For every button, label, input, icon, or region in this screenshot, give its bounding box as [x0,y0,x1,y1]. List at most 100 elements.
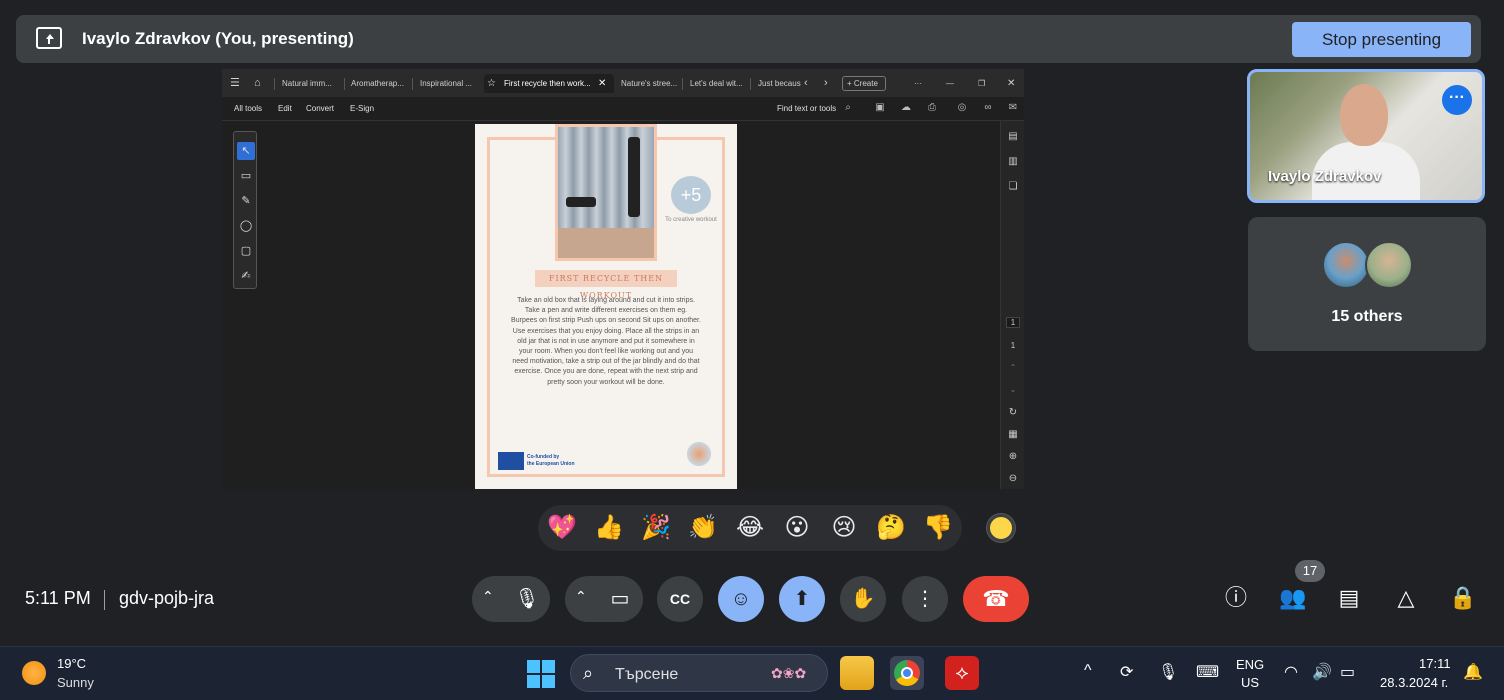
home-icon[interactable]: ⌂ [254,74,270,93]
meeting-details-icon[interactable]: ⓘ [1222,584,1250,612]
chevron-up-icon[interactable]: ⌃ [575,588,591,608]
taskbar-clock[interactable]: 17:11 [1419,656,1451,671]
wifi-icon[interactable]: ◠ [1284,662,1298,682]
reactions-button[interactable]: ☺ [718,576,764,622]
chrome-icon[interactable] [890,656,924,690]
weather-condition[interactable]: Sunny [57,675,94,690]
zoom-out-icon[interactable]: ⊖ [1006,473,1020,484]
select-tool-icon[interactable]: ↖ [237,142,255,160]
reaction-sad[interactable]: 😢 [829,513,859,543]
pen-tool-icon[interactable]: ✎ [237,192,255,210]
taskbar-date[interactable]: 28.3.2024 г. [1380,675,1448,690]
upload-cloud-icon[interactable]: ☁ [900,102,912,114]
sun-icon[interactable] [22,661,46,685]
search-icon[interactable]: ⌕ [842,102,854,114]
acrobat-icon[interactable]: ⟡ [945,656,979,690]
menu-icon[interactable]: ☰ [230,74,246,93]
captions-button[interactable]: CC [657,576,703,622]
reaction-thinking[interactable]: 🤔 [876,513,906,543]
people-icon[interactable]: 👥 [1279,584,1307,612]
battery-icon[interactable]: ▭ [1340,662,1355,682]
notification-bell-icon[interactable]: 🔔 [1463,662,1483,682]
bookmark-icon[interactable]: ▥ [1006,156,1020,167]
comments-icon[interactable]: ▤ [1006,131,1020,142]
tab-nature[interactable]: Nature's stree... [615,74,679,93]
chevron-down-icon[interactable]: ⌄ [1006,385,1020,394]
reaction-clap[interactable]: 👏 [688,513,718,543]
mail-icon[interactable]: ✉ [1007,102,1019,114]
lasso-tool-icon[interactable]: ◯ [237,217,255,235]
menu-esign[interactable]: E-Sign [350,104,374,113]
language-line-1[interactable]: ENG [1236,657,1264,672]
leave-call-button[interactable]: ☎ [963,576,1029,622]
menu-edit[interactable]: Edit [278,104,292,113]
others-count-label: 15 others [1331,308,1403,325]
file-explorer-icon[interactable] [840,656,874,690]
microphone-button[interactable]: 🎙 [504,576,550,622]
tab-lets-deal[interactable]: Let's deal wit... [684,74,748,93]
stop-presenting-button[interactable]: Stop presenting [1292,22,1471,57]
tab-inspirational[interactable]: Inspirational ... [414,74,480,93]
chevron-left-icon[interactable]: ‹ [804,74,814,93]
reaction-laugh[interactable]: 😂 [735,513,765,543]
more-options-button[interactable]: ⋮ [902,576,948,622]
tile-more-options-button[interactable]: ··· [1442,85,1472,115]
windows-start-icon[interactable] [527,660,555,688]
reaction-surprised[interactable]: 😮 [782,513,812,543]
comment-tool-icon[interactable]: ▭ [237,167,255,185]
language-line-2[interactable]: US [1241,675,1259,690]
create-label: Create [853,79,878,88]
print-icon[interactable]: ⎙ [926,102,938,114]
find-text-label[interactable]: Find text or tools [777,104,836,113]
skin-tone-button[interactable] [987,514,1015,542]
link-icon[interactable]: ∞ [982,102,994,114]
zoom-in-icon[interactable]: ⊕ [1006,451,1020,462]
reaction-party[interactable]: 🎉 [641,513,671,543]
create-button[interactable]: + Create [842,76,886,91]
minimize-icon[interactable]: — [946,74,958,93]
sync-icon[interactable]: ⟳ [1120,662,1133,682]
pages-icon[interactable]: ❏ [1006,181,1020,192]
present-button[interactable]: ⬆ [779,576,825,622]
more-horizontal-icon[interactable]: ··· [914,74,928,93]
chevron-up-icon[interactable]: ⌃ [482,588,498,608]
tab-natural[interactable]: Natural imm... [276,74,344,93]
divider [104,590,105,610]
menu-convert[interactable]: Convert [306,104,334,113]
rotate-icon[interactable]: ↻ [1006,407,1020,418]
taskbar-search[interactable]: ⌕ Търсене ✿❀✿ [570,654,828,692]
chevron-up-icon[interactable]: ⌃ [1006,363,1020,372]
activities-icon[interactable]: △ [1392,584,1420,612]
raise-hand-button[interactable]: ✋ [840,576,886,622]
weather-temperature[interactable]: 19°C [57,656,86,671]
ai-assistant-icon[interactable]: ◎ [956,102,968,114]
menu-all-tools[interactable]: All tools [234,104,262,113]
others-tile[interactable]: 15 others [1248,217,1486,351]
chevron-right-icon[interactable]: › [824,74,834,93]
close-window-icon[interactable]: ✕ [1007,74,1019,93]
page-view-icon[interactable]: ▦ [1006,429,1020,440]
volume-icon[interactable]: 🔊 [1312,662,1332,682]
tab-first-recycle[interactable]: First recycle then work... [484,74,614,93]
chevron-up-icon[interactable]: ^ [1084,662,1092,680]
standing-figure [628,137,640,217]
host-controls-icon[interactable]: 🔒 [1449,584,1477,612]
tab-aromatherapy[interactable]: Aromatherap... [345,74,411,93]
close-tab-icon[interactable]: ✕ [598,74,610,93]
microphone-icon[interactable]: 🎙 [1158,662,1178,682]
self-video-tile[interactable]: Ivaylo Zdravkov ··· [1247,69,1485,203]
reaction-thumbs-down[interactable]: 👎 [923,513,953,543]
search-icon: ⌕ [583,663,594,683]
stamp-tool-icon[interactable]: ✍ [237,267,255,285]
text-select-tool-icon[interactable]: ▢ [237,242,255,260]
microphone-icon: 🎙 [514,588,540,610]
keyboard-icon[interactable]: ⌨ [1196,662,1219,682]
page-current[interactable]: 1 [1006,317,1020,328]
save-icon[interactable]: ▣ [874,102,886,114]
camera-button[interactable]: ▭ [597,576,643,622]
reaction-sparkling-heart[interactable]: 💖 [547,513,577,543]
chat-icon[interactable]: ▤ [1335,584,1363,612]
tab-just-because[interactable]: Just becaus [752,74,802,93]
reaction-thumbs-up[interactable]: 👍 [594,513,624,543]
restore-icon[interactable]: ❐ [978,74,990,93]
